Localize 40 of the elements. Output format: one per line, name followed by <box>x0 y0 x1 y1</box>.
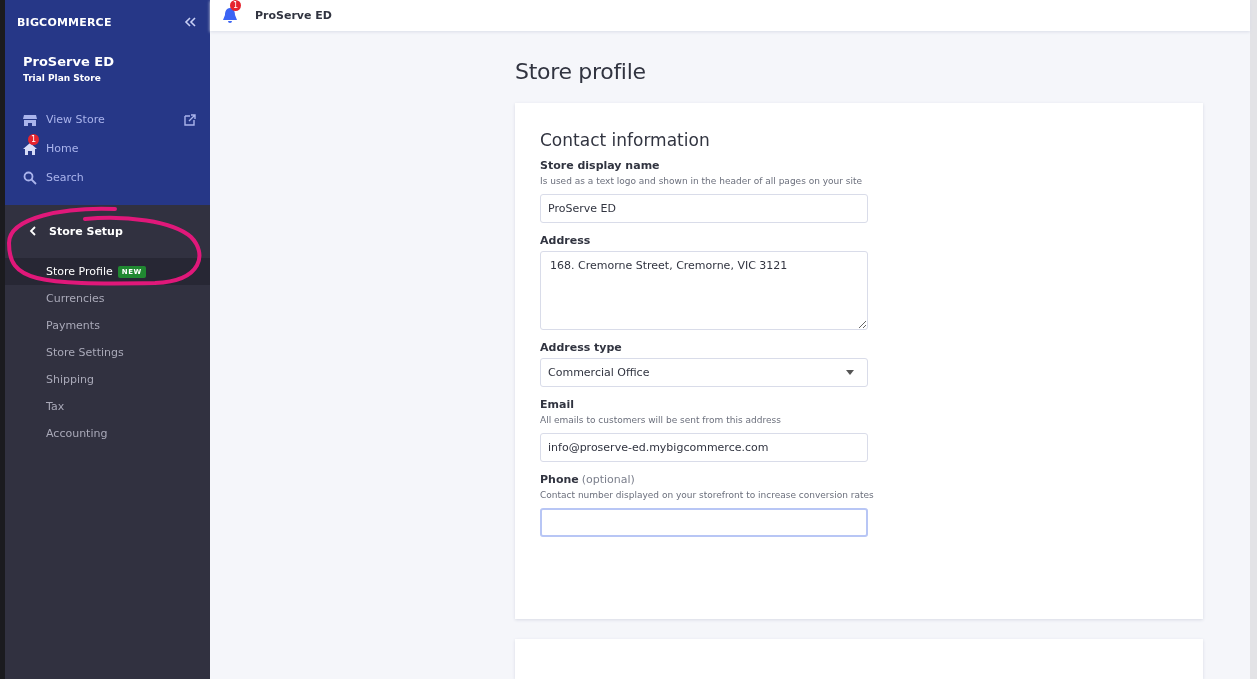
menu-item[interactable]: Tax <box>5 393 210 420</box>
field-hint: Contact number displayed on your storefront to increase conversion rates <box>540 490 875 500</box>
section-title: Contact information <box>540 130 711 150</box>
storefront-icon <box>23 112 37 127</box>
field-label: Address type <box>540 341 623 354</box>
field-hint: Is used as a text logo and shown in the header of all pages on your site <box>540 176 864 186</box>
field-hint: All emails to customers will be sent from this address <box>540 415 782 425</box>
field-label: Store display name <box>540 159 661 172</box>
page-title: Store profile <box>515 59 647 84</box>
nav-item[interactable]: Search <box>23 163 196 192</box>
input-field[interactable]: info@proserve-ed.mybigcommerce.com <box>540 433 868 462</box>
back-link[interactable]: Store Setup <box>5 205 210 238</box>
input-field[interactable] <box>540 508 868 537</box>
notification-badge: 1 <box>28 133 39 145</box>
back-chevron-icon <box>29 226 37 236</box>
menu-item[interactable]: Payments <box>5 312 210 339</box>
menu-item[interactable]: Accounting <box>5 420 210 447</box>
menu-item[interactable]: Store Settings <box>5 339 210 366</box>
nav-item[interactable]: 1 Home <box>23 134 196 163</box>
address-field[interactable]: 168. Cremorne Street, Cremorne, VIC 3121 <box>540 251 868 330</box>
store-name: ProServe ED <box>23 54 115 69</box>
menu-item[interactable]: Shipping <box>5 366 210 393</box>
collapse-icon <box>184 16 196 28</box>
input-field[interactable]: ProServe ED <box>540 194 868 223</box>
house-icon <box>23 141 37 156</box>
external-link-icon <box>184 113 196 126</box>
menu-item[interactable]: Currencies <box>5 285 210 312</box>
field-label: Email <box>540 398 575 411</box>
search-icon <box>23 170 37 185</box>
field-label: Phone <box>540 473 579 486</box>
dropdown[interactable]: Commercial Office <box>540 358 868 387</box>
notification-badge: 1 <box>230 0 241 11</box>
plan-label: Trial Plan Store <box>23 73 102 83</box>
store-name: ProServe ED <box>255 9 332 22</box>
logo[interactable]: BIGCOMMERCE <box>17 15 112 29</box>
optional-note: (optional) <box>581 473 635 486</box>
bell-icon <box>222 7 238 24</box>
nav-item[interactable]: View Store <box>23 105 196 134</box>
caret-icon <box>846 370 854 375</box>
field-label: Address <box>540 234 592 247</box>
